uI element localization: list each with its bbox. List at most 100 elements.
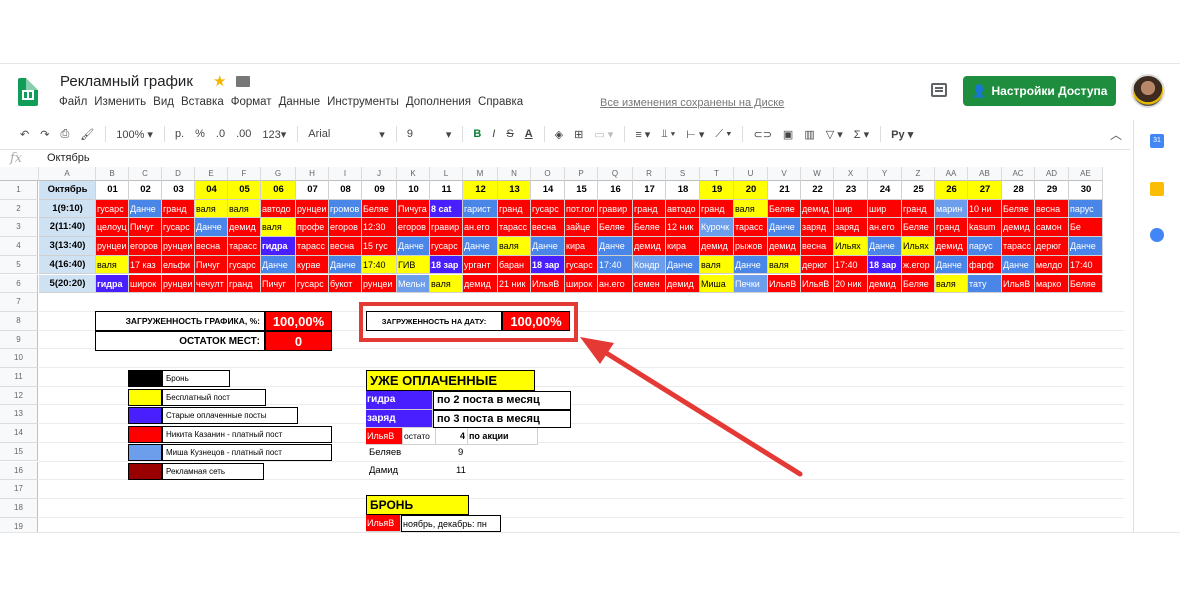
schedule-cell[interactable]: кира [666, 237, 700, 256]
schedule-cell[interactable]: Мельн [397, 274, 430, 294]
schedule-cell[interactable]: Печки [734, 274, 768, 294]
schedule-cell[interactable]: Курочк [700, 218, 734, 238]
schedule-cell[interactable]: гусарс [96, 199, 129, 219]
schedule-cell[interactable]: егоров [129, 237, 162, 256]
schedule-cell[interactable]: гранд [228, 274, 261, 294]
borders-icon[interactable]: ⊞ [574, 128, 583, 141]
schedule-cell[interactable]: валя [96, 255, 129, 275]
schedule-cell[interactable]: Данче [329, 255, 362, 275]
formula-input[interactable]: Октябрь [47, 152, 90, 164]
column-header[interactable]: U [734, 167, 768, 181]
functions-button[interactable]: Σ ▾ [854, 128, 869, 141]
column-header[interactable]: J [362, 167, 397, 181]
schedule-cell[interactable]: Беляе [633, 218, 666, 238]
schedule-cell[interactable]: гусарс [228, 255, 261, 275]
schedule-cell[interactable]: самон [1035, 218, 1069, 238]
input-tools-button[interactable]: Ру ▾ [891, 128, 913, 141]
font-size-select[interactable]: 9 [407, 128, 435, 140]
schedule-cell[interactable]: баран [498, 255, 531, 275]
schedule-cell[interactable]: демид [935, 237, 968, 256]
menu-item[interactable]: Вставка [181, 96, 224, 108]
font-size-arrow-icon[interactable]: ▾ [446, 128, 452, 141]
schedule-cell[interactable]: Данче [598, 237, 633, 256]
schedule-cell[interactable]: широк [129, 274, 162, 294]
schedule-cell[interactable]: тарасс [1002, 237, 1035, 256]
column-header[interactable]: L [430, 167, 463, 181]
menu-item[interactable]: Справка [478, 96, 523, 108]
date-header-cell[interactable]: 22 [801, 181, 834, 200]
date-header-cell[interactable]: 11 [430, 181, 463, 200]
schedule-cell[interactable]: ургант [463, 255, 498, 275]
schedule-cell[interactable]: егоров [329, 218, 362, 238]
schedule-cell[interactable]: Беляе [1002, 199, 1035, 219]
schedule-cell[interactable]: тарасс [296, 237, 329, 256]
tasks-icon[interactable] [1150, 228, 1164, 242]
schedule-cell[interactable]: Бе [1069, 218, 1103, 238]
schedule-cell[interactable]: валя [195, 199, 228, 219]
date-header-cell[interactable]: 08 [329, 181, 362, 200]
schedule-cell[interactable]: рунцеи [362, 274, 397, 294]
schedule-cell[interactable]: автодо [261, 199, 296, 219]
menu-item[interactable]: Изменить [94, 96, 146, 108]
date-header-cell[interactable]: 23 [834, 181, 868, 200]
schedule-cell[interactable]: демид [868, 274, 902, 294]
column-header[interactable]: AD [1035, 167, 1069, 181]
schedule-cell[interactable]: валя [734, 199, 768, 219]
strikethrough-button[interactable]: S [506, 128, 513, 140]
column-header[interactable]: V [768, 167, 801, 181]
date-header-cell[interactable]: 05 [228, 181, 261, 200]
schedule-cell[interactable]: демид [768, 237, 801, 256]
date-header-cell[interactable]: 20 [734, 181, 768, 200]
font-select-arrow-icon[interactable]: ▾ [379, 128, 385, 141]
schedule-cell[interactable]: гранд [935, 218, 968, 238]
date-header-cell[interactable]: 15 [565, 181, 598, 200]
schedule-cell[interactable]: 17 каз [129, 255, 162, 275]
star-icon[interactable]: ★ [213, 72, 226, 90]
decrease-decimals-button[interactable]: .0 [216, 128, 225, 140]
schedule-cell[interactable]: Беляе [768, 199, 801, 219]
schedule-cell[interactable]: рунцеи [96, 237, 129, 256]
column-header[interactable]: S [666, 167, 700, 181]
column-header[interactable]: AB [968, 167, 1002, 181]
date-header-cell[interactable]: 13 [498, 181, 531, 200]
schedule-cell[interactable]: мелдо [1035, 255, 1069, 275]
schedule-cell[interactable]: гарист [463, 199, 498, 219]
schedule-cell[interactable]: Данче [1069, 237, 1103, 256]
column-header[interactable]: Y [868, 167, 902, 181]
schedule-cell[interactable]: ГИВ [397, 255, 430, 275]
row-header[interactable]: 7 [0, 293, 38, 312]
row-header[interactable]: 19 [0, 517, 38, 532]
currency-format-button[interactable]: р. [175, 128, 184, 140]
save-status-link[interactable]: Все изменения сохранены на Диске [600, 97, 784, 109]
schedule-cell[interactable]: весна [195, 237, 228, 256]
schedule-cell[interactable]: Беляе [362, 199, 397, 219]
increase-decimals-button[interactable]: .00 [236, 128, 251, 140]
schedule-cell[interactable]: рыжов [734, 237, 768, 256]
schedule-cell[interactable]: гранд [902, 199, 935, 219]
schedule-cell[interactable]: Беляе [902, 274, 935, 294]
schedule-cell[interactable]: рунцеи [296, 199, 329, 219]
row-header[interactable]: 18 [0, 498, 38, 518]
schedule-cell[interactable]: Данче [195, 218, 228, 238]
column-header[interactable]: Z [902, 167, 935, 181]
schedule-cell[interactable]: парус [968, 237, 1002, 256]
row-header[interactable]: 8 [0, 311, 38, 331]
schedule-cell[interactable]: тату [968, 274, 1002, 294]
row-header[interactable]: 1 [0, 181, 38, 200]
menu-item[interactable]: Вид [153, 96, 174, 108]
column-header[interactable]: N [498, 167, 531, 181]
schedule-cell[interactable]: гидра [261, 237, 296, 256]
italic-button[interactable]: I [492, 128, 495, 140]
menu-item[interactable]: Файл [59, 96, 87, 108]
date-header-cell[interactable]: 24 [868, 181, 902, 200]
keep-icon[interactable] [1150, 182, 1164, 196]
date-header-cell[interactable]: 17 [633, 181, 666, 200]
comment-insert-icon[interactable]: ▣ [783, 128, 793, 141]
schedule-cell[interactable]: весна [329, 237, 362, 256]
schedule-cell[interactable]: шир [834, 199, 868, 219]
row-header[interactable]: 9 [0, 330, 38, 350]
schedule-cell[interactable]: марко [1035, 274, 1069, 294]
zoom-select[interactable]: 100% ▾ [116, 128, 153, 141]
schedule-cell[interactable]: ИльяВ [768, 274, 801, 294]
schedule-cell[interactable]: букот [329, 274, 362, 294]
